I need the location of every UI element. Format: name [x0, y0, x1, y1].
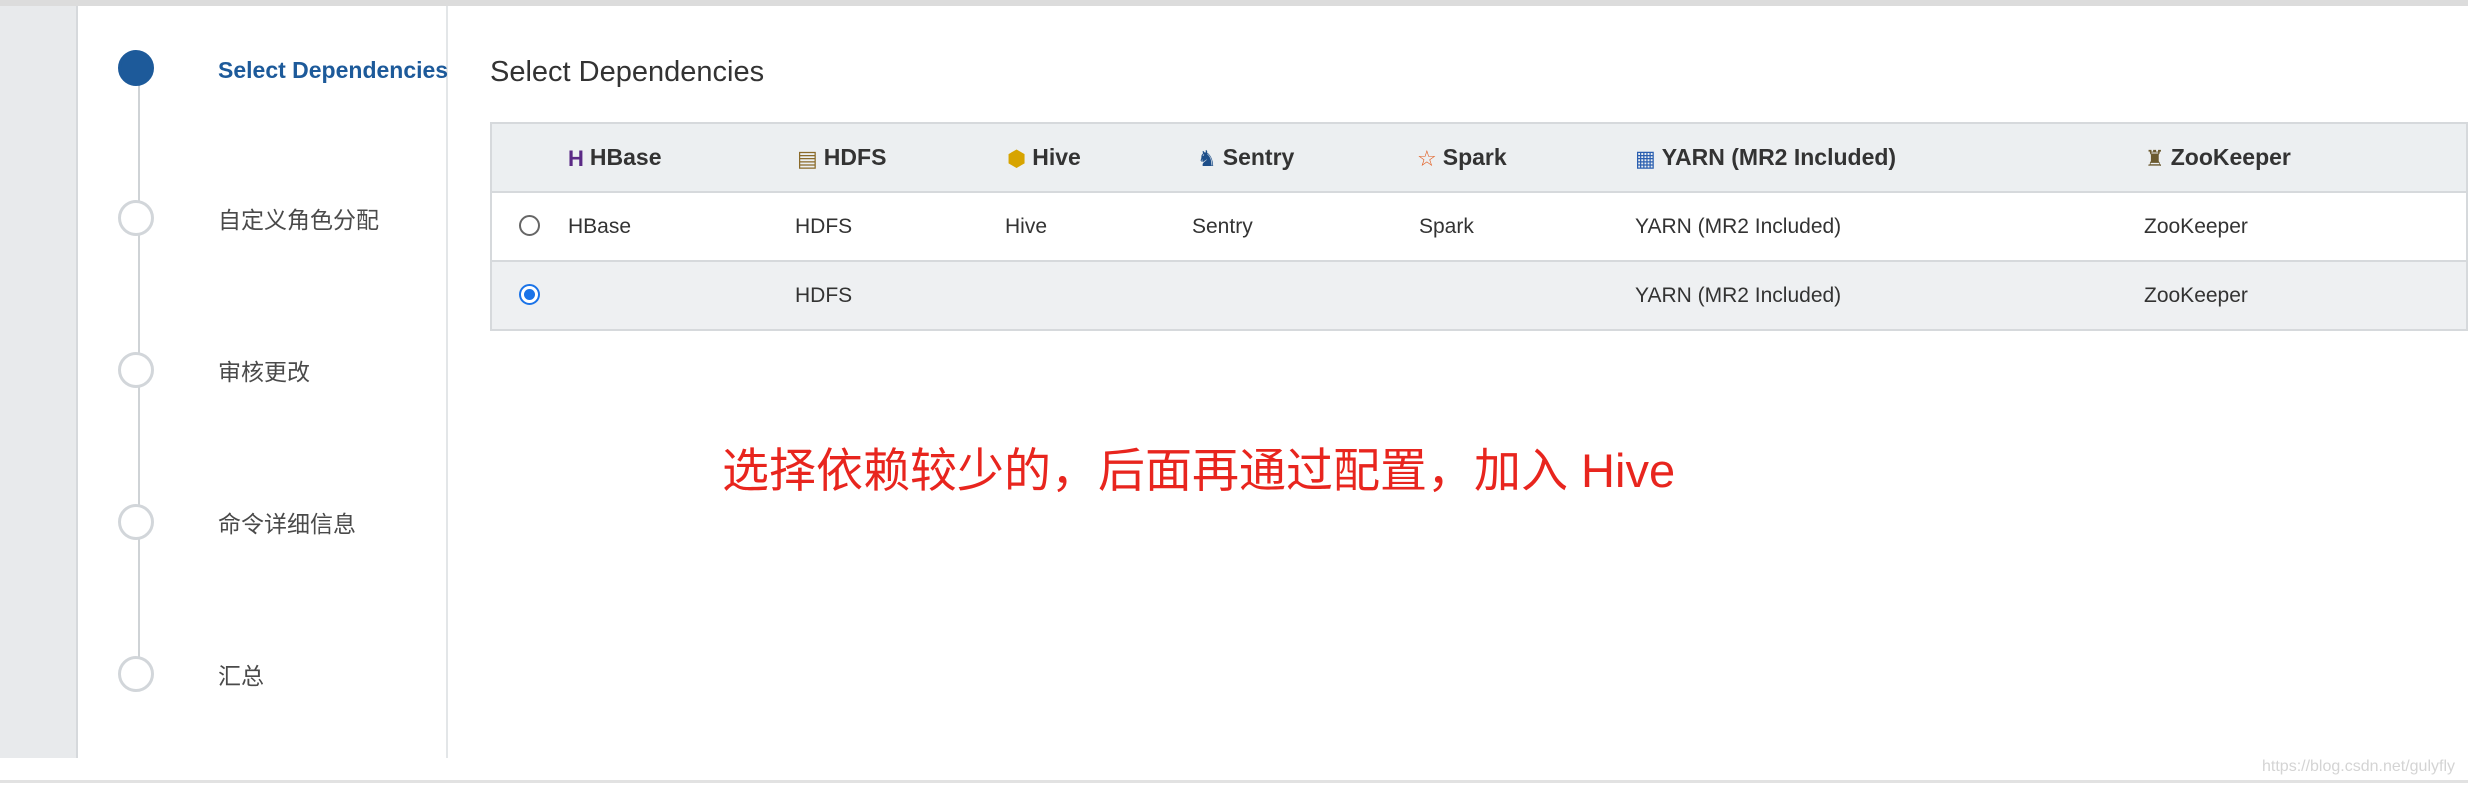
- table-cell: HDFS: [795, 284, 853, 307]
- column-header-yarn: ▦ YARN (MR2 Included): [1635, 144, 1897, 171]
- column-header-hdfs: ▤ HDFS: [797, 144, 887, 171]
- row-radio-button[interactable]: [519, 215, 540, 236]
- table-cell: Hive: [1005, 215, 1048, 238]
- table-cell: HDFS: [795, 215, 853, 238]
- bottom-border: [0, 780, 2468, 783]
- row-radio-button-checked[interactable]: [519, 284, 540, 305]
- step-label: 命令详细信息: [218, 511, 356, 537]
- table-cell: ZooKeeper: [2144, 215, 2248, 238]
- step-indicator: [118, 504, 154, 540]
- yarn-icon: ▦: [1635, 145, 1656, 171]
- table-header-row: H HBase ▤ HDFS ⬢ Hive ♞ Sentry ☆ Spark ▦ YARN …: [492, 124, 2466, 193]
- table-cell: Spark: [1419, 215, 1474, 238]
- hdfs-icon: ▤: [797, 145, 818, 171]
- annotation-note: 选择依赖较少的，后面再通过配置，加入 Hive: [722, 444, 1676, 497]
- column-header-hbase: H HBase: [568, 144, 662, 171]
- hive-icon: ⬢: [1007, 145, 1027, 171]
- zookeeper-icon: ♜: [2145, 145, 2165, 171]
- column-header-sentry: ♞ Sentry: [1197, 144, 1295, 171]
- column-header-spark: ☆ Spark: [1417, 144, 1507, 171]
- table-cell: YARN (MR2 Included): [1635, 284, 1842, 307]
- step-label: 汇总: [218, 663, 264, 689]
- step-indicator-active: [118, 50, 154, 86]
- page-title: Select Dependencies: [490, 56, 765, 88]
- step-indicator: [118, 656, 154, 692]
- step-label: Select Dependencies: [218, 57, 449, 83]
- table-row-selected[interactable]: HDFS YARN (MR2 Included) ZooKeeper: [492, 262, 2466, 329]
- table-cell: YARN (MR2 Included): [1635, 215, 1842, 238]
- hbase-icon: H: [568, 145, 584, 171]
- table-cell: HBase: [568, 215, 632, 238]
- sentry-icon: ♞: [1197, 145, 1217, 171]
- spark-icon: ☆: [1417, 145, 1437, 171]
- table-cell: Sentry: [1192, 215, 1253, 238]
- dependencies-table: H HBase ▤ HDFS ⬢ Hive ♞ Sentry ☆ Spark ▦ YARN …: [490, 122, 2468, 331]
- step-indicator: [118, 200, 154, 236]
- column-header-zookeeper: ♜ ZooKeeper: [2145, 144, 2291, 171]
- step-indicator: [118, 352, 154, 388]
- step-label: 审核更改: [218, 359, 310, 385]
- table-cell: ZooKeeper: [2144, 284, 2248, 307]
- column-header-hive: ⬢ Hive: [1007, 144, 1081, 171]
- step-label: 自定义角色分配: [218, 207, 379, 233]
- left-gutter: [0, 6, 78, 758]
- wizard-steps-panel: Select Dependencies 自定义角色分配 审核更改 命令详细信息 …: [78, 6, 448, 758]
- watermark: https://blog.csdn.net/gulyfly: [2262, 758, 2455, 775]
- table-row[interactable]: HBase HDFS Hive Sentry Spark YARN (MR2 I…: [492, 193, 2466, 262]
